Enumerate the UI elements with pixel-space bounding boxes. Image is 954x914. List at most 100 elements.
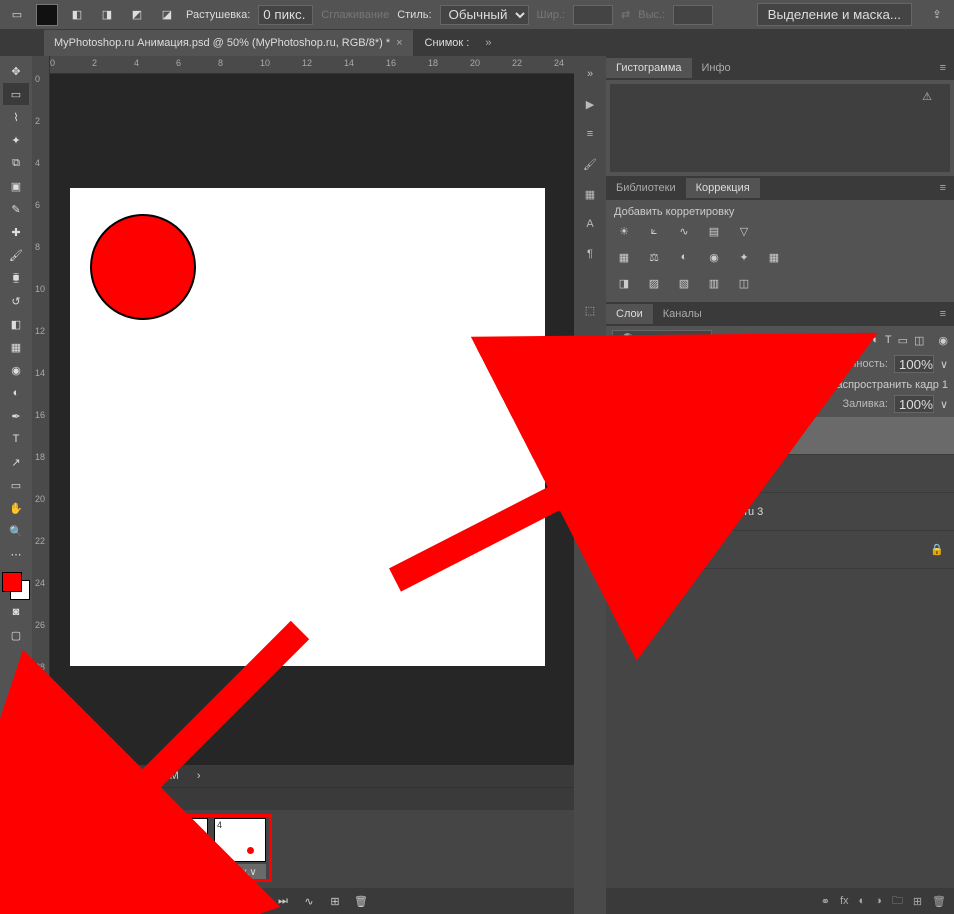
- delete-layer-icon[interactable]: 🗑: [932, 895, 946, 908]
- brush-tool-icon[interactable]: 🖌: [3, 244, 29, 266]
- frame-duration[interactable]: 0 сек.∨: [156, 864, 208, 880]
- adj-curves-icon[interactable]: ∿: [674, 222, 694, 240]
- panel-menu-icon[interactable]: ≡: [932, 182, 954, 194]
- adj-exposure-icon[interactable]: ▤: [704, 222, 724, 240]
- tab-adjustments[interactable]: Коррекция: [686, 178, 760, 198]
- dock-brush-icon[interactable]: 🖌: [577, 152, 603, 176]
- layer-row[interactable]: Фон 🔒: [606, 531, 954, 569]
- frame-duration[interactable]: 0 сек.∨: [40, 864, 92, 880]
- dock-3d-icon[interactable]: ⬚: [577, 298, 603, 322]
- visibility-icon[interactable]: [606, 493, 632, 531]
- chevron-down-icon[interactable]: ∨: [940, 358, 948, 371]
- adj-mixer-icon[interactable]: ✦: [734, 248, 754, 266]
- type-tool-icon[interactable]: T: [3, 428, 29, 450]
- zoom-value[interactable]: 50%: [40, 769, 72, 783]
- frame-thumb[interactable]: 3: [156, 818, 208, 862]
- eyedropper-tool-icon[interactable]: ✎: [3, 198, 29, 220]
- crop-tool-icon[interactable]: ⧉: [3, 152, 29, 174]
- layer-filter-select[interactable]: 🔎 Вид: [612, 330, 712, 350]
- adj-select-icon[interactable]: ◫: [734, 274, 754, 292]
- prev-frame-icon[interactable]: ◀: [196, 892, 214, 910]
- adj-post-icon[interactable]: ▨: [644, 274, 664, 292]
- sel-sub-icon[interactable]: ◩: [126, 4, 148, 26]
- lock-all-icon[interactable]: 🔒: [742, 398, 756, 411]
- lock-trans-icon[interactable]: ▦: [674, 398, 684, 411]
- layer-thumb[interactable]: [638, 459, 668, 489]
- unify-pos-icon[interactable]: ✥: [702, 378, 711, 391]
- adj-invert-icon[interactable]: ◨: [614, 274, 634, 292]
- lasso-tool-icon[interactable]: ⌇: [3, 106, 29, 128]
- doc-tab-2[interactable]: Снимок :: [415, 30, 480, 56]
- adj-grad-icon[interactable]: ▥: [704, 274, 724, 292]
- adj-vibrance-icon[interactable]: ▽: [734, 222, 754, 240]
- delete-frame-icon[interactable]: 🗑: [352, 892, 370, 910]
- heal-tool-icon[interactable]: ✚: [3, 221, 29, 243]
- adj-hue-icon[interactable]: ▦: [614, 248, 634, 266]
- layer-thumb[interactable]: [638, 421, 668, 451]
- share-icon[interactable]: ⇪: [926, 4, 948, 26]
- pen-tool-icon[interactable]: ✒: [3, 405, 29, 427]
- warning-icon[interactable]: ⚠: [922, 90, 932, 103]
- lock-art-icon[interactable]: ▭: [725, 398, 735, 411]
- feather-input[interactable]: [258, 5, 313, 25]
- frame-thumb[interactable]: 4: [214, 818, 266, 862]
- dock-swatch-icon[interactable]: ▦: [577, 182, 603, 206]
- adj-levels-icon[interactable]: ⟀: [644, 222, 664, 240]
- filter-img-icon[interactable]: ▣: [856, 334, 866, 347]
- filter-type-icon[interactable]: T: [885, 334, 892, 346]
- marquee-tool-icon[interactable]: ▭: [6, 4, 28, 26]
- filter-toggle-icon[interactable]: ◉: [938, 334, 948, 347]
- adj-thresh-icon[interactable]: ▧: [674, 274, 694, 292]
- frame-thumb[interactable]: 1: [40, 818, 92, 862]
- gradient-tool-icon[interactable]: ▦: [3, 336, 29, 358]
- color-swatches[interactable]: [2, 572, 30, 600]
- link-icon[interactable]: ⚭: [821, 895, 830, 908]
- hand-tool-icon[interactable]: ✋: [3, 497, 29, 519]
- dock-char-icon[interactable]: A: [577, 212, 603, 236]
- select-mask-button[interactable]: Выделение и маска...: [757, 3, 912, 26]
- layer-row[interactable]: 👁 MyPhotoshop.ru: [606, 417, 954, 455]
- frame-thumb[interactable]: 2: [98, 818, 150, 862]
- screenmode-icon[interactable]: ▢: [3, 624, 29, 646]
- rect-tool-icon[interactable]: ▭: [3, 474, 29, 496]
- loop-select[interactable]: Однократно: [66, 892, 162, 910]
- sel-add-icon[interactable]: ◨: [96, 4, 118, 26]
- group-icon[interactable]: 🗀: [892, 892, 903, 911]
- filter-smart-icon[interactable]: ◫: [914, 334, 924, 347]
- mask-icon[interactable]: ◐: [859, 895, 866, 907]
- filter-adj-icon[interactable]: ◐: [872, 334, 879, 346]
- adj-bw-icon[interactable]: ◐: [674, 248, 694, 266]
- timeline-frame[interactable]: 1 0 сек.∨: [40, 818, 92, 880]
- new-layer-icon[interactable]: ⊞: [913, 895, 922, 908]
- adj-lut-icon[interactable]: ▦: [764, 248, 784, 266]
- blend-mode-select[interactable]: Обычные: [612, 354, 796, 374]
- propagate-checkbox[interactable]: [811, 378, 824, 391]
- close-icon[interactable]: ×: [396, 37, 402, 49]
- timeline-menu-icon[interactable]: ≡: [40, 892, 58, 910]
- doc-tab-active[interactable]: MyPhotoshop.ru Анимация.psd @ 50% (MyPho…: [44, 30, 413, 56]
- tween-icon[interactable]: ∿: [300, 892, 318, 910]
- lock-pos-icon[interactable]: ✥: [710, 398, 719, 411]
- dock-play-icon[interactable]: ▶: [577, 92, 603, 116]
- panel-menu-icon[interactable]: ≡: [932, 308, 954, 320]
- lock-paint-icon[interactable]: 🖌: [690, 398, 704, 411]
- play-icon[interactable]: ▶: [222, 892, 240, 910]
- tab-channels[interactable]: Каналы: [653, 304, 712, 324]
- tab-libraries[interactable]: Библиотеки: [606, 178, 686, 198]
- tabs-overflow-icon[interactable]: »: [485, 37, 491, 49]
- opacity-input[interactable]: [894, 355, 934, 373]
- dock-history-icon[interactable]: ≡: [577, 122, 603, 146]
- dock-para-icon[interactable]: ¶: [577, 242, 603, 266]
- fg-color[interactable]: [2, 572, 22, 592]
- unify-style-icon[interactable]: fx: [737, 379, 746, 391]
- dodge-tool-icon[interactable]: ◐: [3, 382, 29, 404]
- fx-icon[interactable]: fx: [840, 895, 849, 907]
- panel-menu-icon[interactable]: ≡: [932, 62, 954, 74]
- layer-row[interactable]: MyPhotoshop.ru 3: [606, 493, 954, 531]
- next-frame-icon[interactable]: ▶: [248, 892, 266, 910]
- canvas-area[interactable]: [50, 74, 574, 765]
- visibility-icon[interactable]: [606, 455, 632, 493]
- last-frame-icon[interactable]: ⏭: [274, 892, 292, 910]
- layer-thumb[interactable]: [638, 535, 668, 565]
- frame-duration[interactable]: 0 сек.∨: [98, 864, 150, 880]
